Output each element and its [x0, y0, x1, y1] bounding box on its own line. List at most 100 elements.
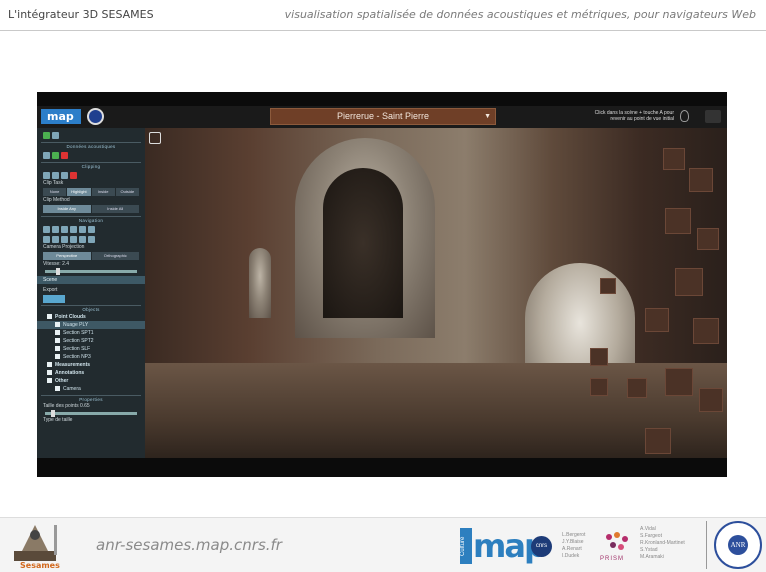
wall-block — [663, 148, 685, 170]
prism-team-names: A.Vidal S.Fargeot R.Kronland-Martinet S.… — [640, 526, 685, 561]
projection-perspective[interactable]: Perspective — [43, 252, 91, 260]
clip-task-none[interactable]: None — [43, 188, 67, 196]
tree-checkbox[interactable] — [47, 314, 52, 320]
section-properties: Properties — [41, 395, 141, 403]
prism-dot — [610, 542, 616, 548]
remove-clip-icon[interactable] — [70, 171, 77, 179]
prism-dot — [622, 536, 628, 542]
team-name: R.Kronland-Martinet — [640, 540, 685, 546]
wall-block — [645, 428, 671, 454]
clip-task-outside[interactable]: Outside — [115, 188, 139, 196]
tree-item-label: Section NP3 — [63, 354, 91, 360]
sound-points-icon[interactable] — [43, 151, 50, 159]
team-name: L.Bergerot — [562, 532, 586, 538]
tree-item[interactable]: Section SPT2 — [37, 337, 145, 345]
tree-item[interactable]: Nuage PLY — [37, 321, 145, 329]
view-front-icon[interactable] — [61, 235, 68, 243]
view-top-icon[interactable] — [79, 235, 86, 243]
wall-block — [600, 278, 616, 294]
tree-item-label: Annotations — [55, 370, 85, 376]
section-navigation: Navigation — [41, 216, 141, 224]
view-right-icon[interactable] — [52, 235, 59, 243]
sound-alert-icon[interactable] — [61, 151, 68, 159]
tree-item-label: Other — [55, 378, 69, 384]
tree-item[interactable]: Camera — [37, 385, 145, 393]
export-label: Export — [43, 287, 58, 293]
fly-control-icon[interactable] — [52, 225, 59, 233]
clip-method-inside-any[interactable]: Inside Any — [43, 205, 91, 213]
tree-checkbox[interactable] — [47, 362, 52, 368]
section-objects: Objects — [41, 305, 141, 313]
point-size-slider[interactable] — [45, 410, 137, 417]
earth-control-icon[interactable] — [43, 225, 50, 233]
clip-task-highlight[interactable]: Highlight — [67, 188, 91, 196]
slide-title: L'intégrateur 3D SESAMES — [8, 8, 154, 21]
view-bottom-icon[interactable] — [88, 235, 95, 243]
clip-method-inside-all[interactable]: Inside All — [91, 205, 139, 213]
scene-selector[interactable]: Pierrerue - Saint Pierre ▼ — [270, 108, 496, 125]
info-icon[interactable] — [52, 131, 59, 139]
view-left-icon[interactable] — [43, 235, 50, 243]
prism-logo: PRISM — [598, 530, 634, 566]
clip-plane-icon[interactable] — [61, 171, 68, 179]
focus-icon[interactable] — [79, 225, 86, 233]
clip-task-inside[interactable]: Inside — [91, 188, 115, 196]
menu-toggle-icon[interactable] — [149, 132, 161, 144]
tree-item[interactable]: Section SLF — [37, 345, 145, 353]
settings-icon[interactable] — [705, 110, 721, 123]
tree-item-label: Point Clouds — [55, 314, 86, 320]
wall-block — [590, 348, 608, 366]
tree-item[interactable]: Annotations — [37, 369, 145, 377]
orbit-control-icon[interactable] — [70, 225, 77, 233]
speed-slider[interactable] — [45, 268, 137, 275]
tree-checkbox[interactable] — [55, 338, 60, 344]
wall-block — [665, 208, 691, 234]
tree-checkbox[interactable] — [55, 330, 60, 336]
view-back-icon[interactable] — [70, 235, 77, 243]
export-button[interactable] — [43, 295, 65, 303]
tree-item-label: Nuage PLY — [63, 322, 89, 328]
wall-block — [627, 378, 647, 398]
tree-item[interactable]: Section NP3 — [37, 353, 145, 361]
tree-checkbox[interactable] — [55, 386, 60, 392]
tree-item[interactable]: Other — [37, 377, 145, 385]
slide-footer: Sesames anr-sesames.map.cnrs.fr Culture … — [0, 517, 766, 572]
cnrs-label: cnrs — [531, 536, 552, 557]
speed-slider-knob[interactable] — [56, 268, 61, 275]
camera-projection-label: Camera Projection — [43, 244, 85, 250]
sidebar-top-icons — [37, 130, 145, 140]
tree-item[interactable]: Point Clouds — [37, 313, 145, 321]
cube-icon[interactable] — [43, 131, 50, 139]
clip-volume-icon[interactable] — [43, 171, 50, 179]
point-cloud-viewport[interactable] — [145, 128, 727, 458]
tree-checkbox[interactable] — [47, 370, 52, 376]
clip-method-label: Clip Method — [43, 197, 70, 203]
team-name: A.Vidal — [640, 526, 656, 532]
cnrs-badge-icon — [87, 108, 104, 125]
tree-checkbox[interactable] — [55, 322, 60, 328]
clip-task-buttons: None Highlight Inside Outside — [37, 187, 145, 197]
projection-orthographic[interactable]: Orthographic — [91, 252, 139, 260]
sesames-label: Sesames — [20, 561, 60, 570]
lightbulb-icon[interactable] — [680, 110, 689, 122]
prism-dot — [614, 532, 620, 538]
tree-checkbox[interactable] — [47, 378, 52, 384]
team-name: S.Fargeot — [640, 533, 662, 539]
tree-checkbox[interactable] — [55, 346, 60, 352]
slide-header: L'intégrateur 3D SESAMES visualisation s… — [0, 0, 766, 31]
prism-dot — [618, 544, 624, 550]
helicopter-control-icon[interactable] — [61, 225, 68, 233]
clip-polygon-icon[interactable] — [52, 171, 59, 179]
tree-item-label: Section SPT1 — [63, 330, 94, 336]
team-name: M.Aramaki — [640, 554, 664, 560]
chevron-down-icon: ▼ — [484, 113, 491, 120]
tree-checkbox[interactable] — [55, 354, 60, 360]
tree-item[interactable]: Measurements — [37, 361, 145, 369]
project-url[interactable]: anr-sesames.map.cnrs.fr — [96, 536, 282, 554]
team-name: J.Y.Blaise — [562, 539, 584, 545]
central-arch-opening — [323, 168, 403, 318]
point-size-slider-knob[interactable] — [51, 410, 55, 417]
sound-map-icon[interactable] — [52, 151, 59, 159]
cube-view-icon[interactable] — [88, 225, 95, 233]
tree-item[interactable]: Section SPT1 — [37, 329, 145, 337]
